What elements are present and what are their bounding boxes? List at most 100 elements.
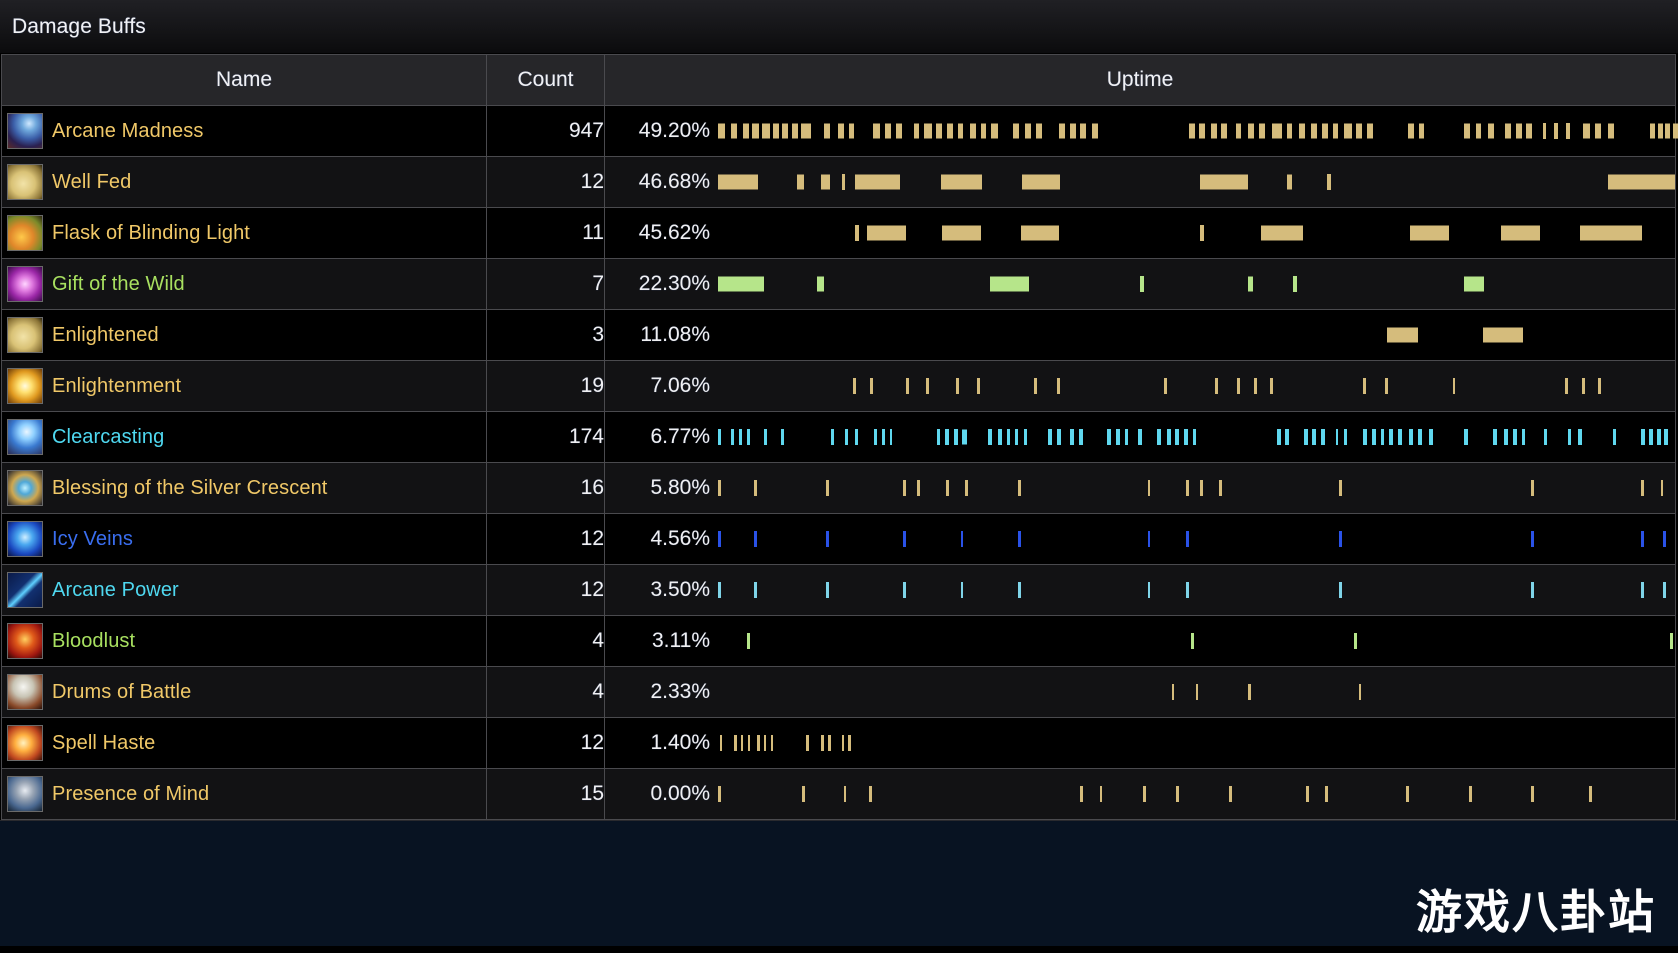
uptime-timeline[interactable] [716, 157, 1675, 207]
uptime-segment [970, 123, 976, 139]
uptime-segment [731, 123, 738, 139]
buff-name-label[interactable]: Enlightened [52, 324, 159, 347]
table-row[interactable]: Drums of Battle 4 2.33% [1, 666, 1676, 718]
enlightened-icon[interactable] [7, 317, 43, 353]
buff-name-label[interactable]: Blessing of the Silver Crescent [52, 477, 327, 500]
uptime-segment [1358, 684, 1362, 700]
cell-name: Arcane Power [1, 564, 487, 616]
table-row[interactable]: Icy Veins 12 4.56% [1, 513, 1676, 565]
uptime-timeline[interactable] [716, 667, 1675, 717]
uptime-segment [1344, 123, 1352, 139]
uptime-row: 4.56% [605, 514, 1675, 564]
table-row[interactable]: Spell Haste 12 1.40% [1, 717, 1676, 769]
buff-name-label[interactable]: Well Fed [52, 171, 131, 194]
bloodlust-icon[interactable] [7, 623, 43, 659]
arcane-power-icon[interactable] [7, 572, 43, 608]
uptime-segment [1649, 429, 1653, 445]
cell-count: 15 [486, 768, 605, 820]
uptime-timeline[interactable] [716, 106, 1678, 156]
table-row[interactable]: Well Fed 12 46.68% [1, 156, 1676, 208]
uptime-segment [1248, 276, 1254, 292]
cell-name: Spell Haste [1, 717, 487, 769]
buff-name-label[interactable]: Icy Veins [52, 528, 133, 551]
uptime-timeline[interactable] [716, 361, 1675, 411]
table-row[interactable]: Arcane Power 12 3.50% [1, 564, 1676, 616]
well-fed-icon[interactable] [7, 164, 43, 200]
uptime-segment [935, 123, 943, 139]
drums-of-battle-icon[interactable] [7, 674, 43, 710]
column-header-name[interactable]: Name [1, 54, 487, 106]
buff-name-label[interactable]: Arcane Madness [52, 120, 203, 143]
spell-haste-icon[interactable] [7, 725, 43, 761]
table-row[interactable]: Arcane Madness 947 49.20% [1, 105, 1678, 157]
uptime-row: 0.00% [605, 769, 1675, 819]
column-header-uptime[interactable]: Uptime [604, 54, 1676, 106]
uptime-timeline[interactable] [716, 463, 1675, 513]
gift-of-the-wild-icon[interactable] [7, 266, 43, 302]
uptime-timeline[interactable] [716, 769, 1675, 819]
column-header-count[interactable]: Count [486, 54, 605, 106]
enlightenment-icon[interactable] [7, 368, 43, 404]
uptime-segment [1464, 123, 1470, 139]
presence-of-mind-icon[interactable] [7, 776, 43, 812]
arcane-madness-icon[interactable] [7, 113, 43, 149]
uptime-segment [843, 786, 847, 802]
buff-name-label[interactable]: Bloodlust [52, 630, 135, 653]
table-row[interactable]: Blessing of the Silver Crescent 16 5.80% [1, 462, 1676, 514]
uptime-segment [754, 480, 758, 496]
uptime-segment [870, 378, 874, 394]
table-row[interactable]: Clearcasting 174 6.77% [1, 411, 1676, 463]
uptime-percent-label: 6.77% [650, 425, 710, 448]
uptime-timeline[interactable] [716, 718, 1675, 768]
table-row[interactable]: Bloodlust 4 3.11% [1, 615, 1676, 667]
uptime-timeline[interactable] [716, 514, 1675, 564]
table-row[interactable]: Gift of the Wild 7 22.30% [1, 258, 1676, 310]
uptime-segment [734, 735, 737, 751]
buff-name-label[interactable]: Spell Haste [52, 732, 155, 755]
uptime-segment [1069, 123, 1076, 139]
uptime-timeline[interactable] [716, 310, 1675, 360]
buff-name-cell: Flask of Blinding Light [2, 208, 486, 258]
uptime-segment [873, 123, 880, 139]
uptime-row: 45.62% [605, 208, 1675, 258]
cell-name: Bloodlust [1, 615, 487, 667]
uptime-timeline[interactable] [716, 412, 1675, 462]
uptime-segment [1464, 429, 1468, 445]
uptime-segment [1286, 123, 1293, 139]
cell-uptime: 45.62% [604, 207, 1676, 259]
flask-icon[interactable] [7, 215, 43, 251]
uptime-timeline[interactable] [716, 208, 1675, 258]
buff-name-label[interactable]: Gift of the Wild [52, 273, 185, 296]
buff-name-label[interactable]: Clearcasting [52, 426, 164, 449]
uptime-segment [1531, 480, 1535, 496]
table-row[interactable]: Flask of Blinding Light 11 45.62% [1, 207, 1676, 259]
uptime-segment [881, 429, 885, 445]
buff-name-label[interactable]: Flask of Blinding Light [52, 222, 250, 245]
uptime-segment [1353, 633, 1357, 649]
buff-name-label[interactable]: Arcane Power [52, 579, 179, 602]
clearcasting-icon[interactable] [7, 419, 43, 455]
uptime-segment [1339, 531, 1343, 547]
buff-name-label[interactable]: Drums of Battle [52, 681, 191, 704]
icy-veins-icon[interactable] [7, 521, 43, 557]
uptime-row: 49.20% [605, 106, 1678, 156]
buff-name-cell: Presence of Mind [2, 769, 486, 819]
uptime-segment [802, 786, 806, 802]
buff-name-label[interactable]: Enlightenment [52, 375, 181, 398]
uptime-timeline[interactable] [716, 565, 1675, 615]
uptime-segment [1380, 429, 1385, 445]
table-row[interactable]: Enlightenment 19 7.06% [1, 360, 1676, 412]
table-row[interactable]: Enlightened 3 11.08% [1, 309, 1676, 361]
table-row[interactable]: Presence of Mind 15 0.00% [1, 768, 1676, 820]
buffs-table-wrapper: Name Count Uptime Arcane Madness 947 49.20… [0, 54, 1678, 820]
uptime-timeline[interactable] [716, 616, 1675, 666]
uptime-segment [988, 429, 993, 445]
uptime-segment [1034, 378, 1038, 394]
uptime-segment [821, 735, 824, 751]
blessing-silver-crescent-icon[interactable] [7, 470, 43, 506]
buff-name-label[interactable]: Presence of Mind [52, 783, 209, 806]
cell-name: Enlightenment [1, 360, 487, 412]
uptime-segment [1069, 429, 1074, 445]
uptime-timeline[interactable] [716, 259, 1675, 309]
uptime-segment [1253, 378, 1257, 394]
